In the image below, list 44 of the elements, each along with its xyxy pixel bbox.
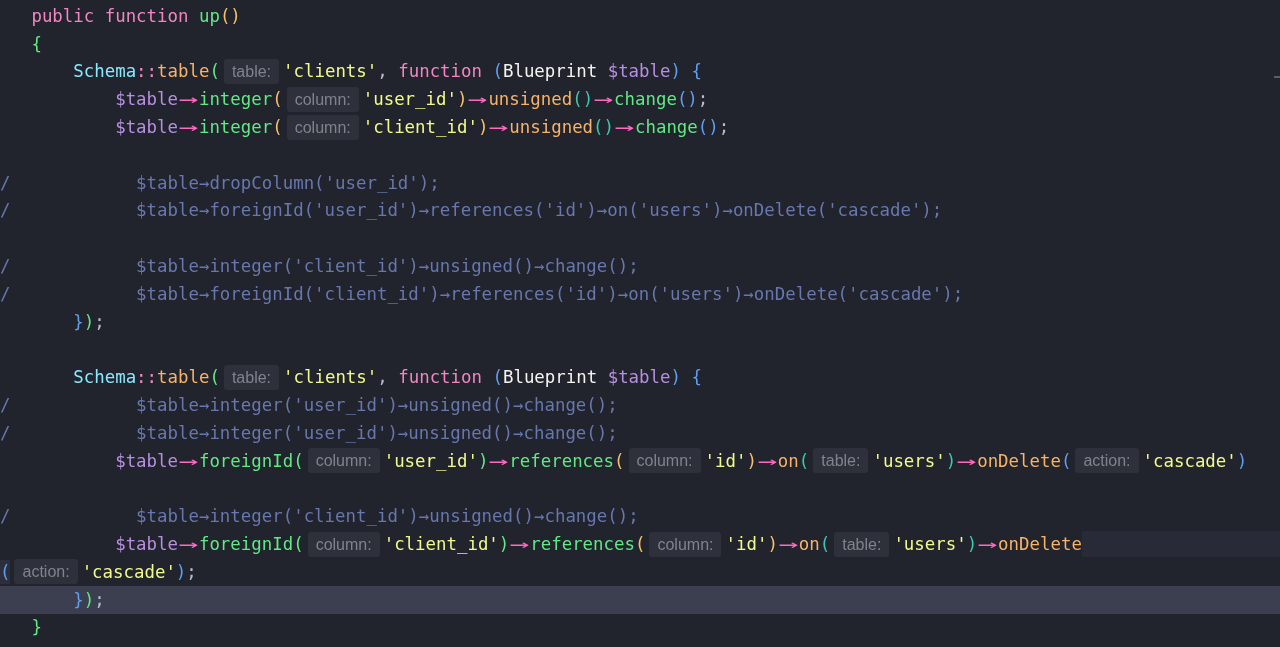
code-text: 'users')→onDelete( [872,449,1072,473]
code-text: / $table→foreignId('user_id')→references('id')→on('users')→onDelete('cascade'); [0,199,943,223]
code-text: 'clients', function (Blueprint $table) { [283,366,702,390]
code-text: 'cascade'); [81,560,197,584]
parameter-hint: table: [834,531,890,557]
parameter-hint: column: [628,448,701,474]
code-text: 'id')→on( [725,533,831,557]
code-text: / $table→integer('user_id')→unsigned()→change(); [0,394,618,418]
code-text: 'clients', function (Blueprint $table) { [283,60,702,84]
code-text: Schema::table( [73,60,220,84]
parameter-hint: column: [286,114,359,140]
code-text: 'user_id')→unsigned()→change(); [362,88,709,112]
code-text: Schema::table( [73,366,220,390]
parameter-hint: table: [813,448,869,474]
code-text: }); [73,588,105,612]
code-text: 'id')→on( [704,449,810,473]
code-text: $table→integer( [115,116,283,140]
code-text: 'users')→onDelete [893,533,1082,557]
code-text: / $table→integer('client_id')→unsigned()→change(); [0,255,639,279]
code-text: / $table→integer('client_id')→unsigned()→change(); [0,505,639,529]
change-marker [1274,76,1280,78]
code-text: public function up() [31,4,241,28]
code-text: $table→integer( [115,88,283,112]
parameter-hint: column: [649,531,722,557]
code-text: $table→foreignId( [115,533,304,557]
parameter-hint: column: [307,448,380,474]
parameter-hint: action: [1075,448,1139,474]
code-text: $table→foreignId( [115,449,304,473]
code-text: 'client_id')→unsigned()→change(); [362,116,730,140]
code-text: { [31,32,42,56]
code-text: / $table→foreignId('client_id')→references('id')→on('users')→onDelete('cascade'); [0,282,964,306]
code-text: 'cascade') [1142,449,1248,473]
parameter-hint: column: [307,531,380,557]
parameter-hint: column: [286,86,359,112]
parameter-hint: table: [223,59,280,84]
code-text: ( [0,559,11,584]
parameter-hint: action: [14,559,78,585]
code-text: 'client_id')→references( [383,533,646,557]
code-text: / $table→integer('user_id')→unsigned()→change(); [0,421,618,445]
code-text: }); [73,310,105,334]
code-text: / $table→dropColumn('user_id'); [0,171,440,195]
parameter-hint: table: [223,364,280,390]
code-text: } [31,616,42,640]
code-text: 'user_id')→references( [383,449,625,473]
